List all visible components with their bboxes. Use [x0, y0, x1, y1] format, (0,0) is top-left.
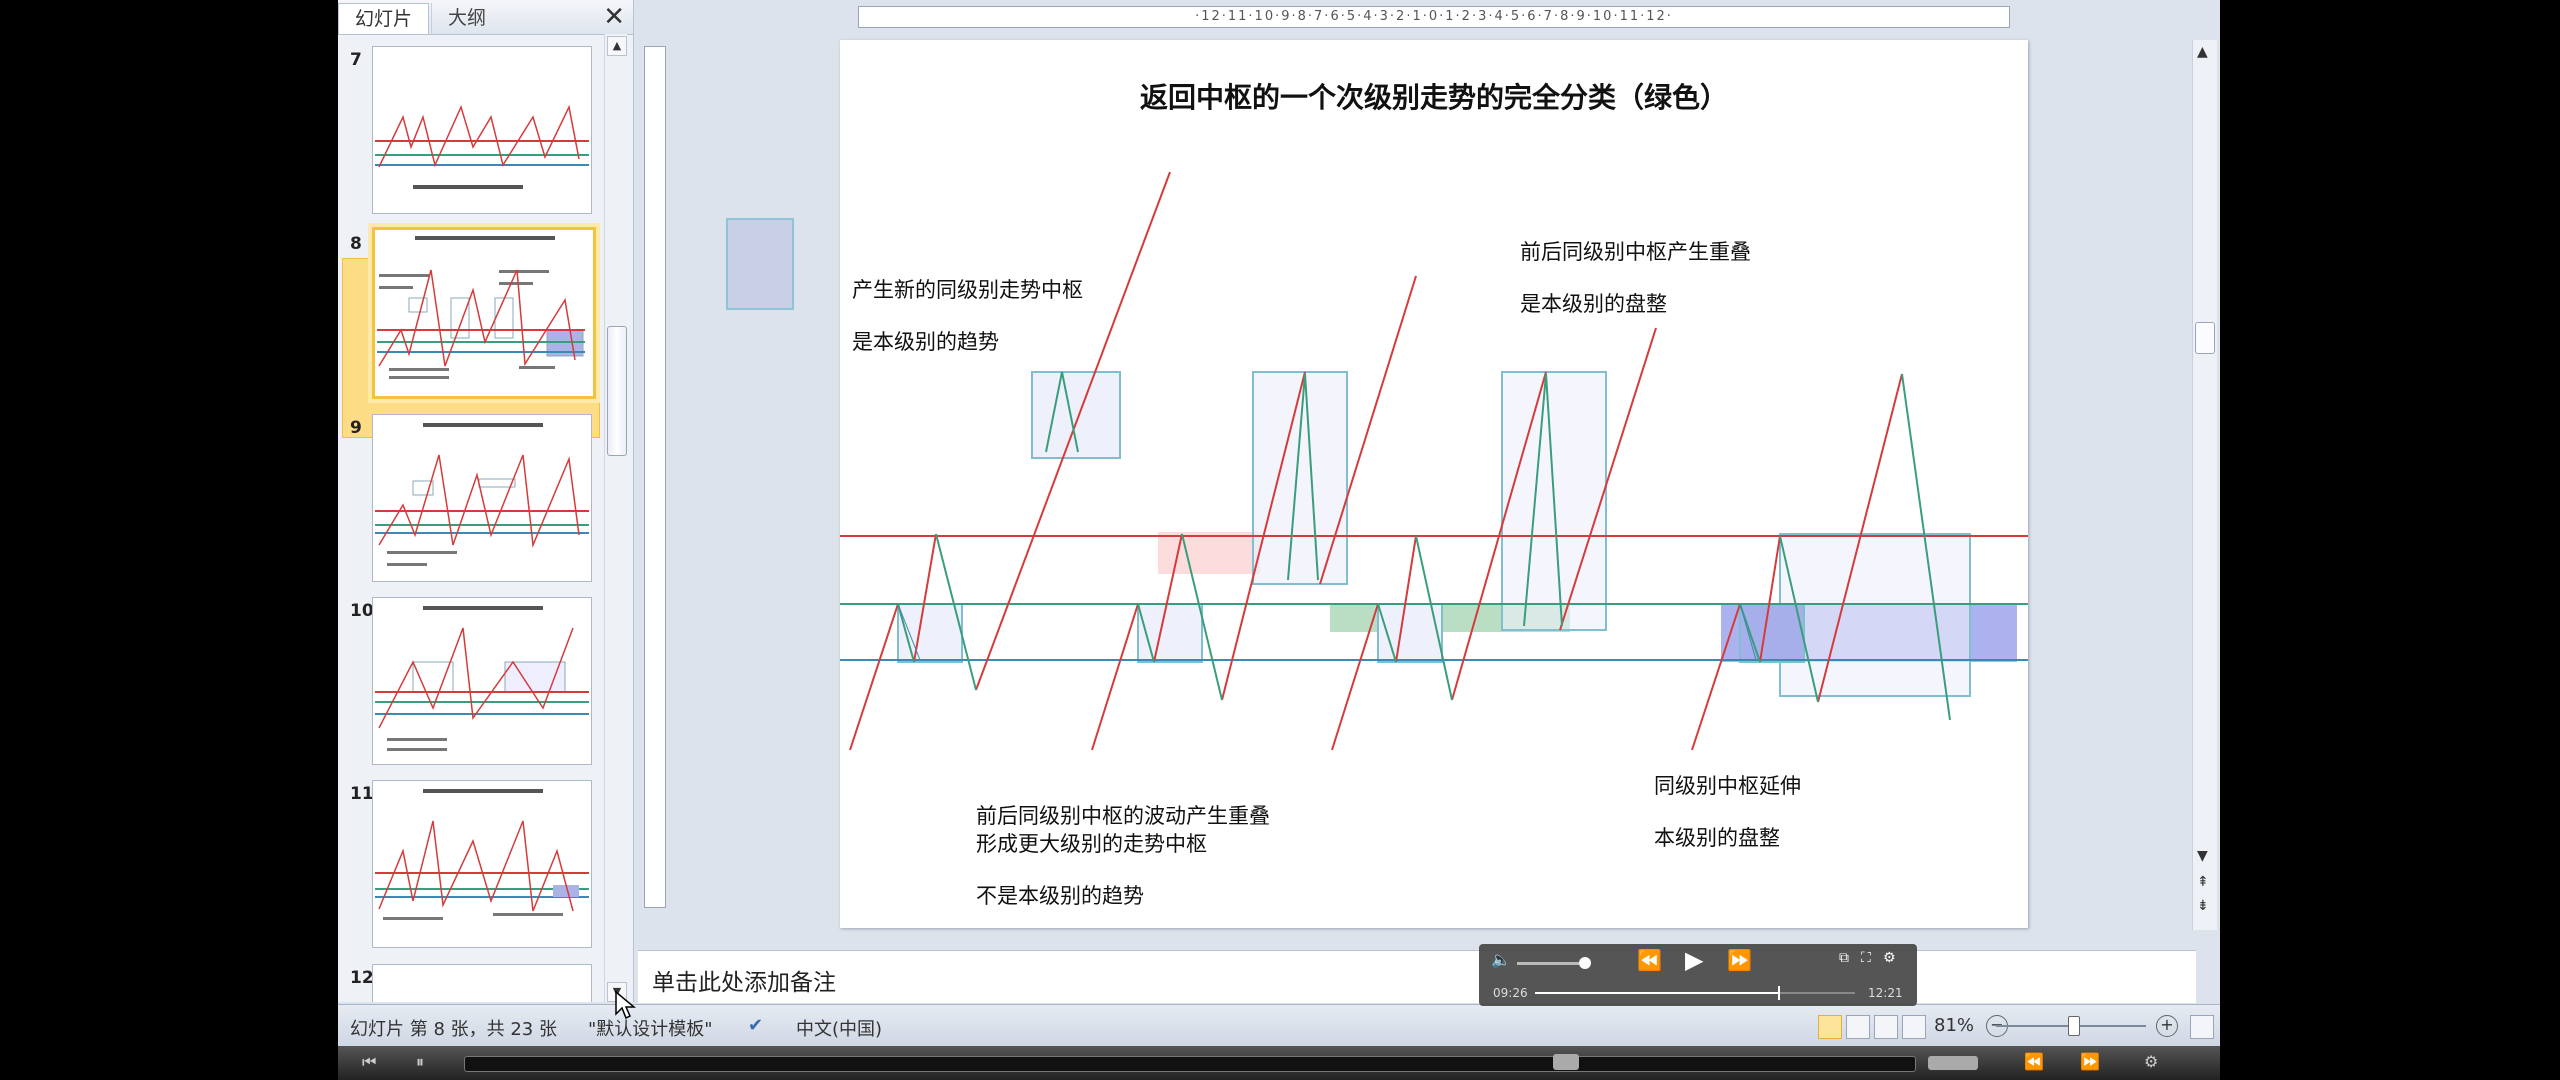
slide-scrollbar[interactable]: ▲ ▼ ⇞ ⇟ [2192, 40, 2217, 930]
spellcheck-icon[interactable]: ✔ [748, 1015, 763, 1036]
video-seek-knob[interactable] [1553, 1054, 1579, 1070]
current-time: 09:26 [1493, 986, 1528, 1000]
fast-forward-icon[interactable]: ⏩ [2080, 1052, 2100, 1071]
scroll-up-icon[interactable]: ▲ [607, 36, 627, 56]
theme-name[interactable]: "默认设计模板" [588, 1015, 713, 1041]
slide-canvas[interactable]: 返回中枢的一个次级别走势的完全分类（绿色） 产生新的同级别走势中枢 是本级别的趋… [840, 40, 2028, 928]
total-time: 12:21 [1868, 986, 1903, 1000]
slide-thumbnail[interactable] [372, 780, 592, 948]
fast-forward-icon[interactable]: ⏩ [1727, 948, 1752, 972]
gear-icon[interactable]: ⚙ [1883, 950, 1896, 966]
text-overlap: 前后同级别中枢产生重叠 [1520, 240, 1751, 264]
slide-thumbnail-selected[interactable] [372, 227, 596, 399]
video-seek-track[interactable] [464, 1056, 1916, 1072]
slideshow-icon[interactable] [1902, 1015, 1926, 1039]
volume-bar[interactable] [1928, 1056, 1978, 1070]
close-pane-icon[interactable]: ✕ [603, 2, 625, 32]
normal-view-icon[interactable] [1818, 1015, 1842, 1039]
fit-to-window-icon[interactable] [2190, 1015, 2214, 1039]
text-not-trend: 不是本级别的趋势 [976, 884, 1144, 908]
skip-back-icon[interactable]: ⏮ [362, 1052, 376, 1072]
overlay-player: 🔈 ⏪ ▶ ⏩ ⧉ ⛶ ⚙ 09:26 12:21 [1479, 944, 1917, 1006]
pip-icon[interactable]: ⧉ [1839, 950, 1849, 966]
language-indicator[interactable]: 中文(中国) [796, 1015, 882, 1041]
horizontal-ruler[interactable]: ·12·11·10·9·8·7·6·5·4·3·2·1·0·1·2·3·4·5·… [858, 6, 2010, 28]
thumbnail-scrollbar[interactable]: ▲ ▼ [604, 34, 627, 1002]
slide-thumbnail[interactable] [372, 597, 592, 765]
notes-pane[interactable]: 单击此处添加备注 [638, 950, 2196, 1003]
thumbnail-preview [375, 104, 589, 189]
thumb-number: 9 [350, 418, 362, 438]
scrollbar-thumb[interactable] [2195, 322, 2215, 354]
vertical-ruler[interactable] [644, 46, 666, 908]
thumbnail-list: 7 8 9 10 11 12 [338, 34, 602, 1002]
thumb-number: 7 [350, 50, 362, 70]
mouse-cursor [615, 990, 636, 1020]
fullscreen-icon[interactable]: ⛶ [1861, 950, 1871, 966]
next-slide-icon[interactable]: ⇟ [2197, 898, 2209, 914]
text-consolidation-2: 本级别的盘整 [1654, 826, 1780, 850]
rewind-icon[interactable]: ⏪ [2024, 1052, 2044, 1071]
volume-icon[interactable]: 🔈 [1491, 950, 1511, 969]
text-bigger-pivot: 形成更大级别的走势中枢 [976, 832, 1207, 856]
slide-thumbnail[interactable] [372, 964, 592, 1002]
thumb-number: 8 [350, 234, 362, 254]
pause-icon[interactable]: ⏸ [416, 1052, 424, 1072]
slide-counter: 幻灯片 第 8 张，共 23 张 [350, 1019, 557, 1040]
tab-slides[interactable]: 幻灯片 [338, 3, 430, 34]
slide-sorter-icon[interactable] [1846, 1015, 1870, 1039]
slides-pane: 幻灯片 大纲 ✕ 7 8 9 10 11 12 ▲ ▼ [338, 0, 634, 1002]
thumbnail-preview [375, 606, 589, 751]
seek-knob[interactable] [1778, 986, 1781, 1000]
pane-tabs: 幻灯片 大纲 ✕ [338, 0, 633, 35]
rewind-icon[interactable]: ⏪ [1637, 948, 1662, 972]
thumb-number: 12 [350, 968, 374, 988]
previous-slide-icon[interactable]: ⇞ [2197, 874, 2209, 890]
thumb-number: 11 [350, 784, 374, 804]
text-trend: 是本级别的趋势 [852, 330, 999, 354]
volume-knob[interactable] [1579, 957, 1591, 969]
tab-outline[interactable]: 大纲 [431, 3, 502, 33]
slide-diagram [840, 171, 2028, 751]
text-pivot-extension: 同级别中枢延伸 [1654, 774, 1801, 798]
volume-slider[interactable] [1517, 962, 1585, 965]
settings-icon[interactable]: ⚙ [2144, 1052, 2158, 1071]
thumbnail-preview [377, 236, 585, 379]
seek-progress [1535, 992, 1779, 994]
powerpoint-window: 幻灯片 大纲 ✕ 7 8 9 10 11 12 ▲ ▼ ·12·11·10·9·… [338, 0, 2220, 1080]
zoom-slider-knob[interactable] [2068, 1016, 2080, 1036]
text-new-pivot: 产生新的同级别走势中枢 [852, 278, 1083, 302]
thumb-number: 10 [350, 601, 374, 621]
scrollbar-thumb[interactable] [607, 326, 627, 456]
thumbnail-preview [375, 423, 589, 566]
notes-splitter[interactable] [638, 940, 2196, 950]
text-wave-overlap: 前后同级别中枢的波动产生重叠 [976, 804, 1270, 828]
thumbnail-preview [375, 789, 589, 920]
slide-thumbnail[interactable] [372, 414, 592, 582]
notes-placeholder[interactable]: 单击此处添加备注 [652, 963, 836, 997]
scroll-up-icon[interactable]: ▲ [2197, 44, 2208, 60]
play-icon[interactable]: ▶ [1685, 946, 1703, 974]
zoom-in-icon[interactable]: + [2156, 1015, 2178, 1037]
zoom-level[interactable]: 81% [1934, 1015, 1974, 1036]
offslide-rectangle[interactable] [726, 218, 794, 310]
slide-title: 返回中枢的一个次级别走势的完全分类（绿色） [1139, 81, 1728, 114]
scroll-down-icon[interactable]: ▼ [2197, 848, 2208, 864]
slide-thumbnail[interactable] [372, 46, 592, 214]
text-consolidation: 是本级别的盘整 [1520, 292, 1667, 316]
video-player-bar: ⏮ ⏸ ⏪ ⏩ ⚙ [338, 1046, 2220, 1080]
reading-view-icon[interactable] [1874, 1015, 1898, 1039]
